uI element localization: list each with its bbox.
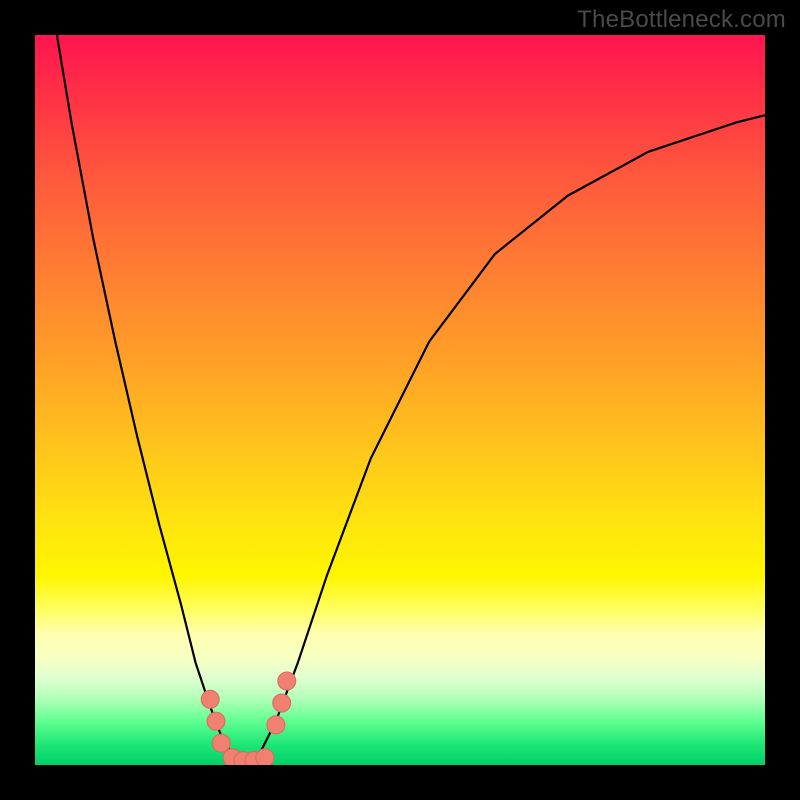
bottleneck-curve (57, 35, 765, 763)
marker-cluster-right (278, 672, 296, 690)
watermark-text: TheBottleneck.com (577, 6, 786, 34)
marker-cluster-right (267, 716, 285, 734)
marker-cluster-right (273, 694, 291, 712)
chart-frame: TheBottleneck.com (0, 0, 800, 800)
marker-group (201, 672, 296, 765)
marker-cluster-left (207, 712, 225, 730)
marker-cluster-bottom (256, 749, 274, 765)
marker-cluster-left (201, 690, 219, 708)
chart-svg (35, 35, 765, 765)
plot-area (35, 35, 765, 765)
